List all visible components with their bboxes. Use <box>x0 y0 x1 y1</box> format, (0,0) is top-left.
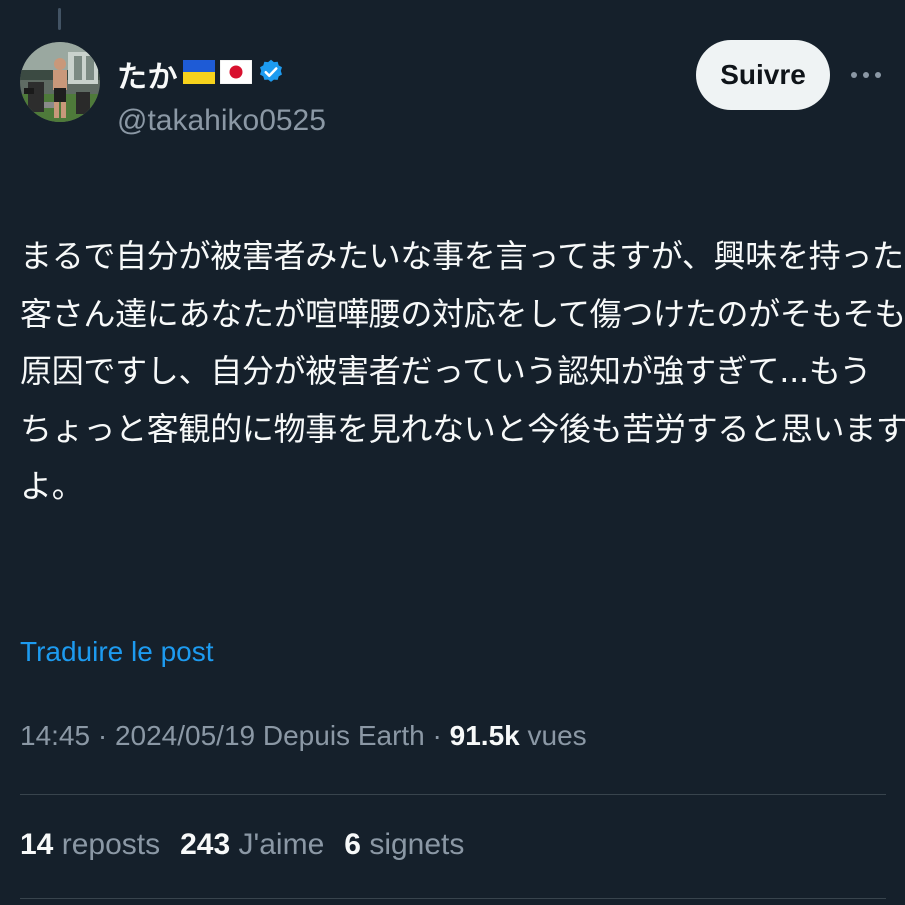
meta-separator: · <box>90 720 115 751</box>
ukraine-flag-icon <box>183 59 215 89</box>
translate-post-link[interactable]: Traduire le post <box>20 636 214 668</box>
more-options-button[interactable] <box>846 62 886 88</box>
bookmarks-count: 6 <box>344 828 361 861</box>
reposts-count: 14 <box>20 828 54 861</box>
tweet-metadata: 14:45 · 2024/05/19 Depuis Earth · 91.5k … <box>20 720 587 752</box>
verified-badge-icon <box>257 58 285 91</box>
more-horizontal-icon <box>851 72 881 78</box>
tweet-text-line: 客さん達にあなたが喧嘩腰の対応をして傷つけたのがそもそもの <box>20 294 905 333</box>
tweet-date[interactable]: 2024/05/19 <box>115 720 255 751</box>
tweet-time[interactable]: 14:45 <box>20 720 90 751</box>
reposts-stat[interactable]: 14 reposts <box>20 828 160 862</box>
avatar[interactable] <box>20 42 100 122</box>
likes-label: J'aime <box>238 828 325 861</box>
views-label: vues <box>527 720 587 751</box>
divider <box>20 898 886 899</box>
reposts-label: reposts <box>61 828 161 861</box>
likes-count: 243 <box>180 828 231 861</box>
tweet-text: まるで自分が被害者みたいな事を言ってますが、興味を持ったお 客さん達にあなたが喧… <box>20 228 905 516</box>
thread-connector-line <box>58 8 61 30</box>
divider <box>20 794 886 795</box>
user-handle[interactable]: @takahiko0525 <box>117 104 326 138</box>
tweet-text-line: よ。 <box>20 467 84 506</box>
tweet-text-line: まるで自分が被害者みたいな事を言ってますが、興味を持ったお <box>20 237 905 275</box>
meta-separator: · <box>424 720 450 751</box>
display-name-row: たか <box>117 54 285 94</box>
tweet-detail-page: たか @takahiko0525 Suivre まるで自分が被害者みたいな事を言… <box>0 0 905 905</box>
bookmarks-stat[interactable]: 6 signets <box>344 828 464 862</box>
tweet-text-line: ちょっと客観的に物事を見れないと今後も苦労すると思います <box>20 409 905 448</box>
views-count: 91.5k <box>449 720 520 751</box>
likes-stat[interactable]: 243 J'aime <box>180 828 324 862</box>
japan-flag-icon <box>219 59 253 89</box>
tweet-source: Depuis Earth <box>262 720 425 751</box>
bookmarks-label: signets <box>369 828 465 861</box>
follow-button[interactable]: Suivre <box>696 40 830 110</box>
engagement-stats: 14 reposts 243 J'aime 6 signets <box>20 828 464 862</box>
display-name[interactable]: たか <box>117 52 178 96</box>
tweet-text-line: 原因ですし、自分が被害者だっていう認知が強すぎて...もう <box>20 352 872 391</box>
avatar-image <box>20 42 100 122</box>
